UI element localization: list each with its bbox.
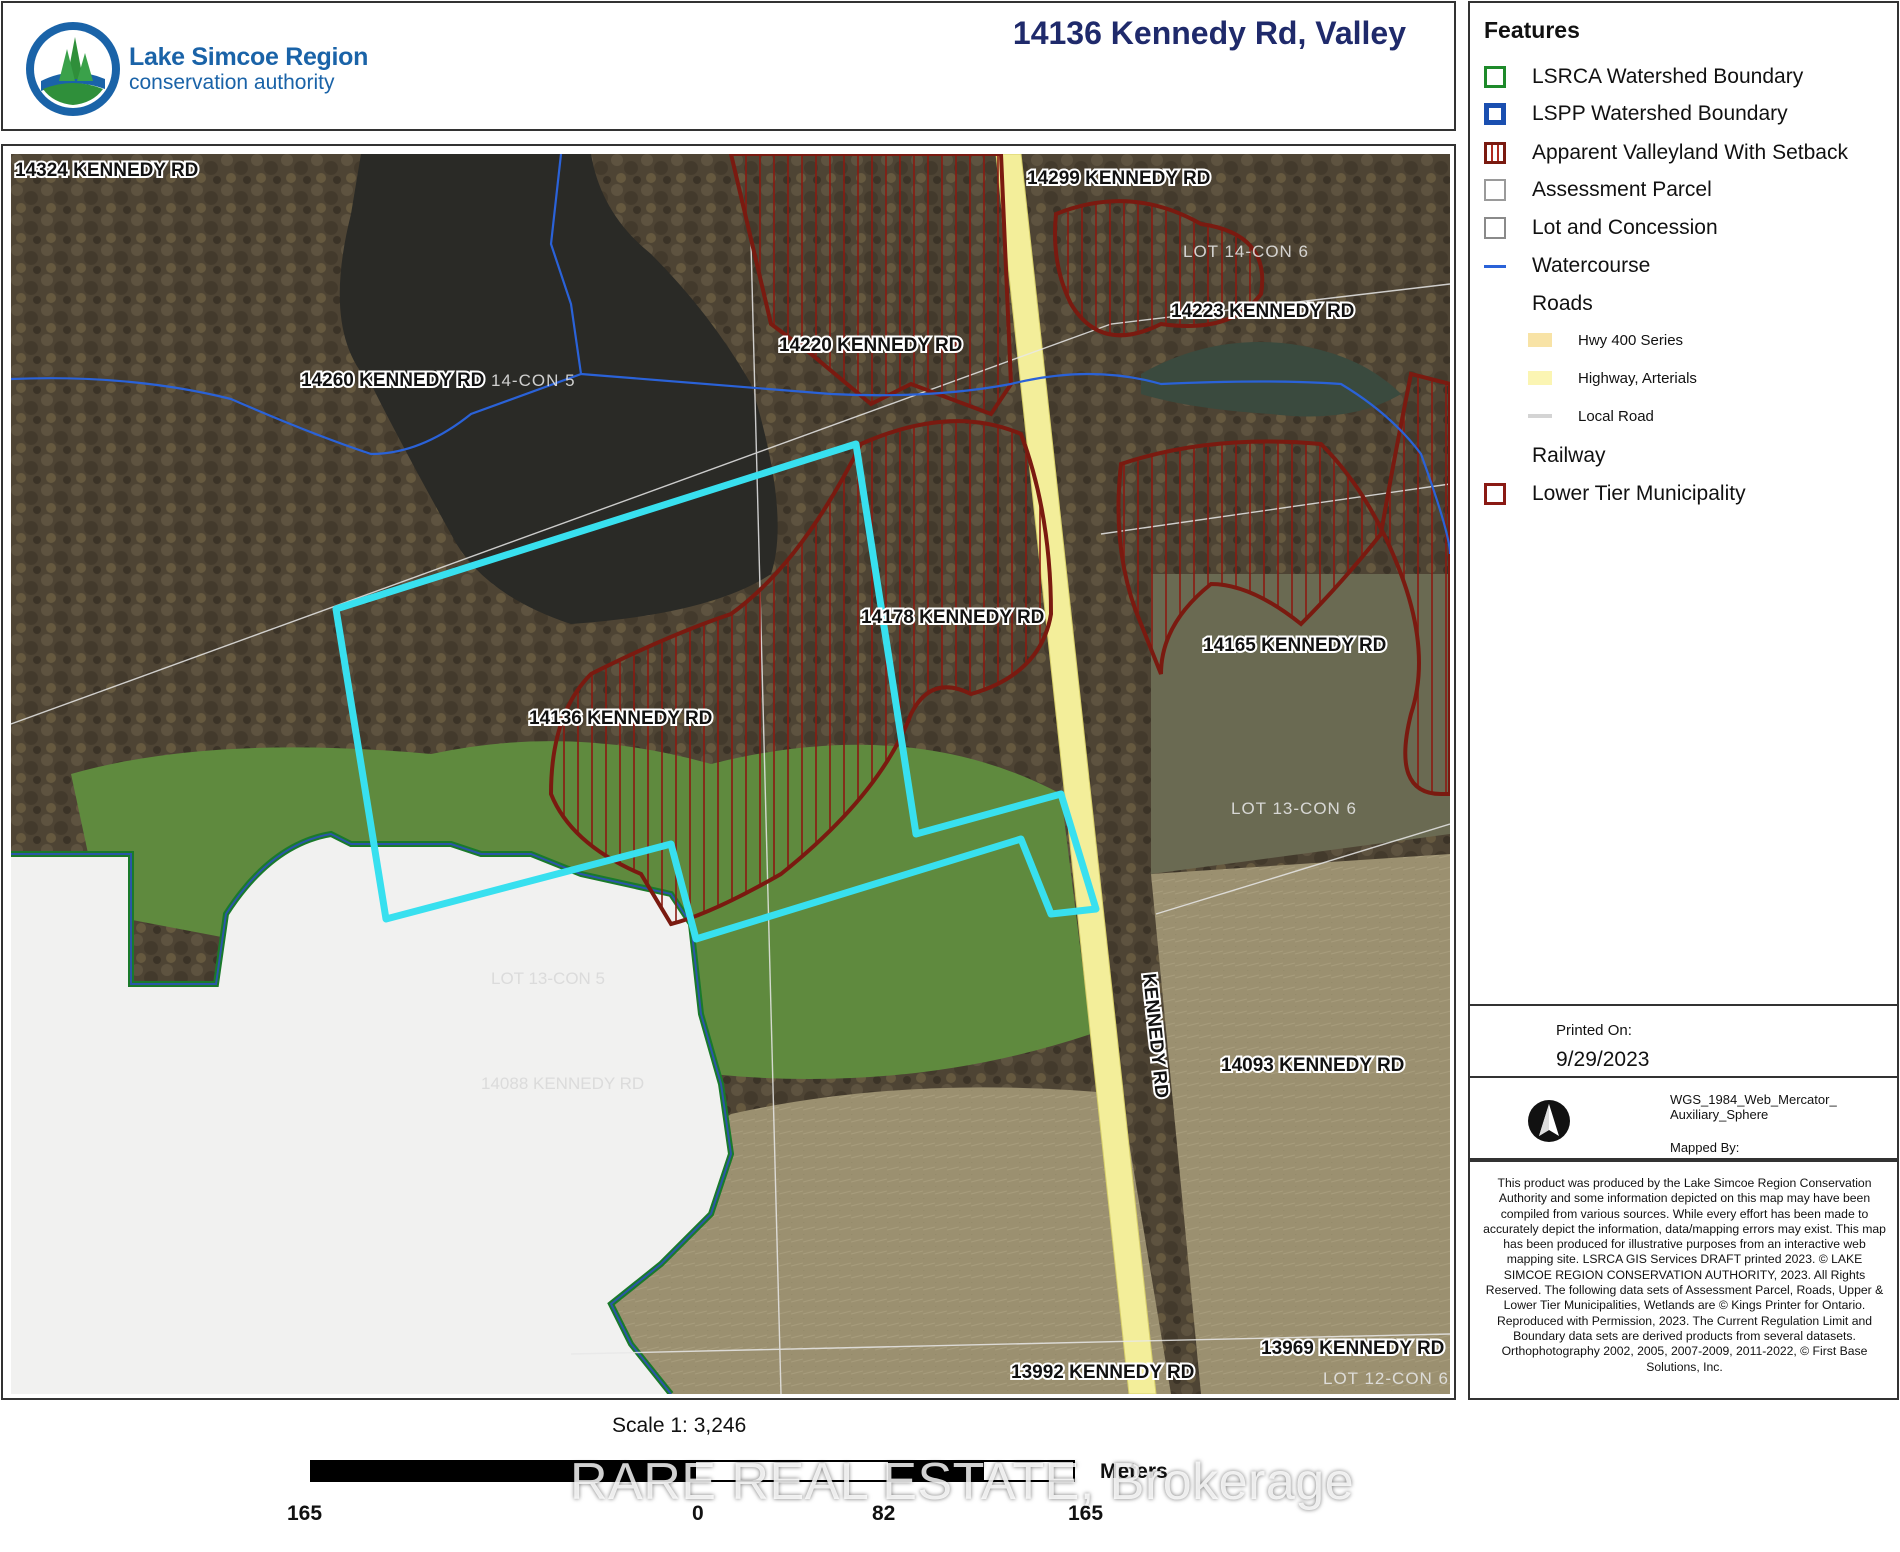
label-14178: 14178 KENNEDY RD [861,607,1044,628]
legend-title: Features [1484,17,1580,43]
legend-label: Lower Tier Municipality [1532,482,1746,505]
field-southeast [1151,854,1450,1394]
projection-text: WGS_1984_Web_Mercator_ Auxiliary_Sphere [1670,1092,1837,1122]
label-13969: 13969 KENNEDY RD [1261,1338,1444,1359]
legend-label: LSPP Watershed Boundary [1532,102,1788,125]
legend-label: Railway [1532,444,1606,467]
blue-outline-square-icon [1484,103,1506,125]
disclaimer-panel: This product was produced by the Lake Si… [1468,1160,1899,1400]
svg-text:14088 KENNEDY RD: 14088 KENNEDY RD [481,1074,644,1093]
watermark-text: RARE REAL ESTATE, Brokerage [570,1453,1355,1511]
north-arrow-icon [1528,1100,1570,1142]
scale-tick-left: 165 [287,1502,323,1525]
map-canvas[interactable]: 14324 KENNEDY RD 14299 KENNEDY RD 14260 … [11,154,1450,1394]
blue-line-icon [1484,264,1506,268]
label-14260: 14260 KENNEDY RD [301,370,484,391]
printed-panel: Printed On: 9/29/2023 [1468,1004,1899,1078]
legend-item-lsrca: LSRCA Watershed Boundary [1484,62,1803,92]
svg-text:14-CON 5: 14-CON 5 [491,371,576,390]
label-14165: 14165 KENNEDY RD [1203,635,1386,656]
svg-text:LOT 13-CON 5: LOT 13-CON 5 [491,969,605,988]
map-frame[interactable]: 14324 KENNEDY RD 14299 KENNEDY RD 14260 … [1,144,1456,1400]
header-panel: Lake Simcoe Region conservation authorit… [1,1,1456,131]
legend-item-hwy400: Hwy 400 Series [1528,328,1683,352]
legend-label: Roads [1532,292,1593,315]
red-hatched-square-icon [1484,142,1506,164]
grey-outline-square-icon [1484,179,1506,201]
arterial-swatch-icon [1528,371,1552,385]
legend-item-railway: Railway [1484,441,1606,471]
lsrca-logo-icon [26,22,120,116]
svg-text:LOT 14-CON 6: LOT 14-CON 6 [1183,242,1309,261]
printed-date: 9/29/2023 [1556,1048,1650,1071]
label-14136: 14136 KENNEDY RD [529,708,712,729]
printed-label: Printed On: [1556,1022,1632,1039]
projection-panel: WGS_1984_Web_Mercator_ Auxiliary_Sphere … [1468,1076,1899,1160]
legend-item-roads: Roads [1484,289,1593,319]
org-subtitle: conservation authority [129,71,335,94]
label-14220: 14220 KENNEDY RD [779,335,962,356]
legend-item-lspp: LSPP Watershed Boundary [1484,99,1788,129]
disclaimer-text: This product was produced by the Lake Si… [1483,1176,1886,1374]
legend-label: Apparent Valleyland With Setback [1532,141,1848,164]
legend-item-local-road: Local Road [1528,404,1654,428]
label-14324: 14324 KENNEDY RD [15,160,198,181]
grey-outline-square-icon [1484,217,1506,239]
svg-text:LOT 12-CON 6: LOT 12-CON 6 [1323,1369,1449,1388]
mapped-by-label: Mapped By: [1670,1140,1740,1155]
label-13992: 13992 KENNEDY RD [1011,1362,1194,1383]
legend-panel: Features LSRCA Watershed Boundary LSPP W… [1468,1,1899,1006]
legend-label: LSRCA Watershed Boundary [1532,65,1804,88]
legend-item-arterials: Highway, Arterials [1528,366,1697,390]
svg-text:LOT 13-CON 6: LOT 13-CON 6 [1231,799,1357,818]
label-14093: 14093 KENNEDY RD [1221,1055,1404,1076]
legend-label: Watercourse [1532,254,1651,277]
label-14223: 14223 KENNEDY RD [1171,301,1354,322]
legend-item-assessment-parcel: Assessment Parcel [1484,175,1712,205]
scale-text: Scale 1: 3,246 [612,1414,747,1437]
red-outline-square-icon [1484,483,1506,505]
label-14299: 14299 KENNEDY RD [1027,168,1210,189]
map-title: 14136 Kennedy Rd, Valley [1012,15,1406,51]
legend-item-lot-concession: Lot and Concession [1484,213,1718,243]
org-name: Lake Simcoe Region [129,43,369,71]
legend-item-valleyland: Apparent Valleyland With Setback [1484,138,1848,168]
local-road-swatch-icon [1528,414,1552,418]
legend-item-watercourse: Watercourse [1484,251,1650,281]
legend-label: Assessment Parcel [1532,178,1712,201]
hwy400-swatch-icon [1528,333,1552,347]
legend-item-municipality: Lower Tier Municipality [1484,479,1746,509]
green-outline-square-icon [1484,66,1506,88]
legend-label: Lot and Concession [1532,216,1718,239]
